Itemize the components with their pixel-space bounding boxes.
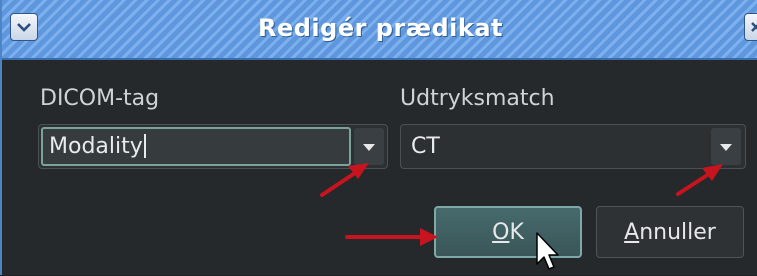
- dicom-tag-label: DICOM-tag: [40, 86, 160, 111]
- cancel-mnemonic: A: [624, 219, 640, 245]
- expression-match-dropdown-button[interactable]: [711, 128, 741, 165]
- expression-match-value: CT: [411, 134, 440, 159]
- dropdown-arrow-icon: [363, 137, 375, 156]
- text-caret: [143, 134, 146, 158]
- cancel-label-rest: nnuller: [639, 219, 716, 245]
- dicom-tag-dropdown-button[interactable]: [354, 128, 384, 165]
- ok-button[interactable]: OK: [434, 206, 582, 258]
- cancel-button[interactable]: Annuller: [596, 206, 744, 258]
- mouse-pointer-icon: [535, 232, 559, 276]
- ok-mnemonic: O: [492, 219, 510, 245]
- title-bar[interactable]: Redigér prædikat: [2, 0, 757, 60]
- dicom-tag-input[interactable]: Modality: [41, 127, 351, 166]
- dialog-window: Redigér prædikat DICOM-tag Udtryksmatch …: [0, 0, 757, 275]
- dicom-tag-value: Modality: [49, 134, 143, 159]
- expression-match-label: Udtryksmatch: [400, 86, 555, 111]
- dicom-tag-combobox[interactable]: Modality: [38, 124, 388, 169]
- window-close-button[interactable]: [744, 13, 757, 41]
- dropdown-arrow-icon: [720, 137, 732, 156]
- close-icon: [750, 21, 757, 33]
- window-title: Redigér prædikat: [257, 14, 503, 42]
- expression-match-combobox[interactable]: CT: [400, 124, 746, 169]
- ok-label-rest: K: [509, 219, 524, 245]
